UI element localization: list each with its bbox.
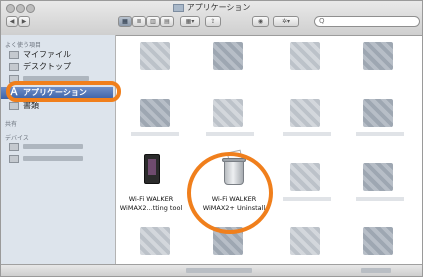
zoom-slider[interactable]: [361, 268, 391, 273]
forward-button[interactable]: ▶: [18, 16, 30, 27]
app-label-line1: Wi-Fi WALKER: [128, 195, 174, 203]
highlight-applications: [6, 81, 121, 102]
blurred-label: [283, 132, 331, 136]
status-bar: [1, 264, 422, 276]
action-menu-button[interactable]: ✲▾: [273, 16, 299, 27]
blurred-status-text: [186, 268, 252, 273]
shared-header: 共有: [5, 121, 18, 128]
app-icon[interactable]: [363, 227, 393, 255]
sidebar-item-desktop[interactable]: デスクトップ: [1, 61, 113, 73]
window-title: アプリケーション: [186, 3, 251, 12]
sidebar-item-label: 書類: [23, 101, 39, 110]
app-icon[interactable]: [140, 99, 170, 127]
app-icon[interactable]: [363, 163, 393, 191]
desktop-icon: [9, 63, 19, 71]
quicklook-button[interactable]: ◉: [252, 16, 269, 27]
blurred-label: [283, 197, 331, 201]
list-view-button[interactable]: ≣: [132, 16, 146, 27]
coverflow-view-button[interactable]: ▤: [160, 16, 174, 27]
router-icon[interactable]: [144, 154, 160, 184]
app-icon[interactable]: [213, 99, 243, 127]
app-icon[interactable]: [140, 227, 170, 255]
app-icon[interactable]: [290, 163, 320, 191]
sidebar: よく使う項目 マイファイル デスクトップ Ａ アプリケーション 書類 共有 デバ…: [1, 35, 116, 276]
app-icon[interactable]: [363, 42, 393, 70]
app-label-line2: WiMAX2...tting tool: [119, 204, 183, 212]
hard-drive-icon: [9, 155, 19, 163]
sidebar-item-label: マイファイル: [23, 50, 71, 59]
blurred-label: [356, 197, 404, 201]
blurred-label: [206, 132, 254, 136]
documents-icon: [9, 102, 19, 110]
folder-icon: [172, 3, 184, 12]
blurred-label: [23, 156, 83, 161]
column-view-button[interactable]: ▥: [146, 16, 160, 27]
sidebar-device-2[interactable]: [1, 153, 113, 165]
app-icon[interactable]: [213, 42, 243, 70]
arrange-button[interactable]: ▦▾: [180, 16, 200, 27]
blurred-label: [131, 132, 179, 136]
blurred-label: [23, 144, 83, 149]
icon-view-button[interactable]: ▦: [118, 16, 132, 27]
app-icon[interactable]: [140, 42, 170, 70]
window-title-container: アプリケーション: [1, 2, 422, 13]
title-bar: アプリケーション ◀ ▶ ▦ ≣ ▥ ▤ ▦▾ ⇪ ◉ ✲▾ Q: [1, 1, 422, 36]
favorites-header: よく使う項目: [5, 42, 42, 49]
app-icon[interactable]: [290, 99, 320, 127]
hard-drive-icon: [9, 143, 19, 151]
blurred-label: [356, 132, 404, 136]
share-button[interactable]: ⇪: [205, 16, 221, 27]
highlight-uninstaller: [187, 152, 273, 234]
sidebar-item-myfiles[interactable]: マイファイル: [1, 49, 113, 61]
app-icon[interactable]: [290, 227, 320, 255]
search-field[interactable]: Q: [314, 16, 420, 27]
back-button[interactable]: ◀: [6, 16, 18, 27]
app-icon[interactable]: [363, 99, 393, 127]
document-stack-icon: [9, 51, 19, 59]
finder-window: アプリケーション ◀ ▶ ▦ ≣ ▥ ▤ ▦▾ ⇪ ◉ ✲▾ Q よく使う項目 …: [0, 0, 423, 277]
sidebar-device-1[interactable]: [1, 141, 113, 153]
app-icon[interactable]: [290, 42, 320, 70]
sidebar-item-label: デスクトップ: [23, 62, 71, 71]
